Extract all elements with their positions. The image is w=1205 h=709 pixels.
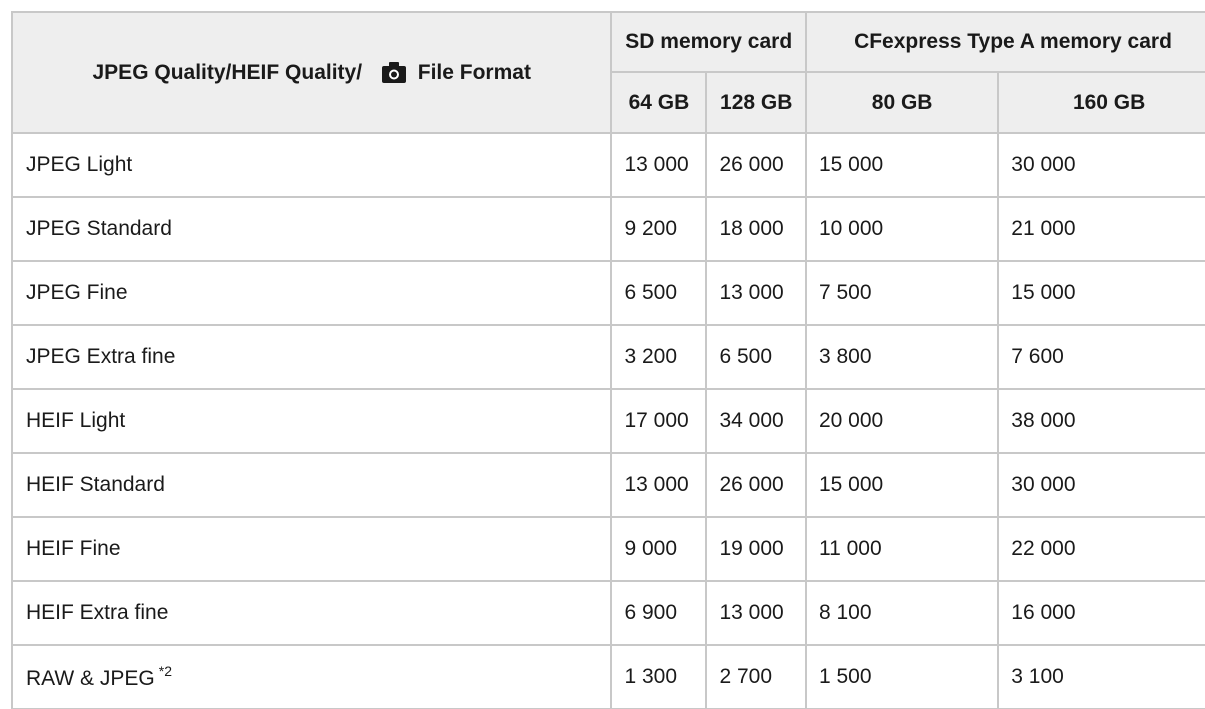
- cell-cf-80gb: 7 500: [804, 260, 1000, 326]
- row-label: HEIF Extra fine: [11, 580, 613, 646]
- cell-cf-160gb: 21 000: [997, 196, 1205, 262]
- header-cfexpress-card: CFexpress Type A memory card: [804, 11, 1205, 73]
- cell-sd-64gb: 13 000: [610, 452, 708, 518]
- table-row: JPEG Standard 9 200 18 000 10 000 21 000: [11, 196, 1205, 262]
- row-label: JPEG Extra fine: [11, 324, 613, 390]
- row-label: RAW & JPEG: [26, 667, 155, 690]
- table-row: RAW & JPEG *2 1 300 2 700 1 500 3 100: [11, 644, 1205, 709]
- cell-sd-128gb: 34 000: [705, 388, 807, 454]
- header-sd-card: SD memory card: [610, 11, 807, 73]
- table-row: JPEG Extra fine 3 200 6 500 3 800 7 600: [11, 324, 1205, 390]
- cell-sd-64gb: 6 900: [610, 580, 708, 646]
- row-label-cell: RAW & JPEG *2: [11, 644, 613, 709]
- cell-cf-80gb: 1 500: [804, 644, 1000, 709]
- cell-cf-80gb: 8 100: [804, 580, 1000, 646]
- cell-cf-160gb: 7 600: [997, 324, 1205, 390]
- cell-cf-80gb: 3 800: [804, 324, 1000, 390]
- cell-cf-160gb: 30 000: [997, 132, 1205, 198]
- cell-cf-80gb: 15 000: [804, 132, 1000, 198]
- cell-cf-160gb: 22 000: [997, 516, 1205, 582]
- header-row-groups: JPEG Quality/HEIF Quality/ File Format S…: [11, 11, 1205, 134]
- table-body: JPEG Light 13 000 26 000 15 000 30 000 J…: [11, 132, 1205, 709]
- cell-sd-128gb: 13 000: [705, 260, 807, 326]
- cell-sd-128gb: 6 500: [705, 324, 807, 390]
- cell-cf-80gb: 11 000: [804, 516, 1000, 582]
- row-label: JPEG Standard: [11, 196, 613, 262]
- cell-sd-128gb: 26 000: [705, 132, 807, 198]
- cell-sd-128gb: 26 000: [705, 452, 807, 518]
- header-quality-label: JPEG Quality/HEIF Quality/: [92, 60, 363, 84]
- table-row: JPEG Fine 6 500 13 000 7 500 15 000: [11, 260, 1205, 326]
- cell-cf-80gb: 20 000: [804, 388, 1000, 454]
- cell-cf-160gb: 15 000: [997, 260, 1205, 326]
- header-cf-80gb: 80 GB: [804, 71, 1000, 134]
- table-row: HEIF Extra fine 6 900 13 000 8 100 16 00…: [11, 580, 1205, 646]
- cell-sd-128gb: 19 000: [705, 516, 807, 582]
- camera-icon: [381, 61, 406, 83]
- cell-cf-80gb: 15 000: [804, 452, 1000, 518]
- header-sd-128gb: 128 GB: [705, 71, 807, 134]
- cell-cf-160gb: 30 000: [997, 452, 1205, 518]
- row-label: JPEG Fine: [11, 260, 613, 326]
- cell-cf-160gb: 16 000: [997, 580, 1205, 646]
- cell-sd-64gb: 3 200: [610, 324, 708, 390]
- cell-sd-64gb: 9 000: [610, 516, 708, 582]
- table-header: JPEG Quality/HEIF Quality/ File Format S…: [11, 11, 1205, 134]
- row-label: HEIF Light: [11, 388, 613, 454]
- row-label: HEIF Standard: [11, 452, 613, 518]
- cell-sd-128gb: 13 000: [705, 580, 807, 646]
- cell-sd-128gb: 18 000: [705, 196, 807, 262]
- cell-cf-80gb: 10 000: [804, 196, 1000, 262]
- table-row: JPEG Light 13 000 26 000 15 000 30 000: [11, 132, 1205, 198]
- table-row: HEIF Fine 9 000 19 000 11 000 22 000: [11, 516, 1205, 582]
- cell-sd-64gb: 1 300: [610, 644, 708, 709]
- cell-sd-64gb: 17 000: [610, 388, 708, 454]
- row-label: JPEG Light: [11, 132, 613, 198]
- storage-capacity-table-container: JPEG Quality/HEIF Quality/ File Format S…: [11, 11, 1205, 709]
- header-file-format-label: File Format: [417, 60, 531, 84]
- storage-capacity-table: JPEG Quality/HEIF Quality/ File Format S…: [11, 11, 1205, 709]
- cell-cf-160gb: 3 100: [997, 644, 1205, 709]
- header-quality-format: JPEG Quality/HEIF Quality/ File Format: [11, 11, 613, 134]
- cell-sd-128gb: 2 700: [705, 644, 807, 709]
- cell-sd-64gb: 13 000: [610, 132, 708, 198]
- footnote-marker: *2: [158, 663, 172, 679]
- cell-cf-160gb: 38 000: [997, 388, 1205, 454]
- table-row: HEIF Light 17 000 34 000 20 000 38 000: [11, 388, 1205, 454]
- cell-sd-64gb: 6 500: [610, 260, 708, 326]
- header-sd-64gb: 64 GB: [610, 71, 708, 134]
- table-row: HEIF Standard 13 000 26 000 15 000 30 00…: [11, 452, 1205, 518]
- cell-sd-64gb: 9 200: [610, 196, 708, 262]
- header-cf-160gb: 160 GB: [997, 71, 1205, 134]
- row-label: HEIF Fine: [11, 516, 613, 582]
